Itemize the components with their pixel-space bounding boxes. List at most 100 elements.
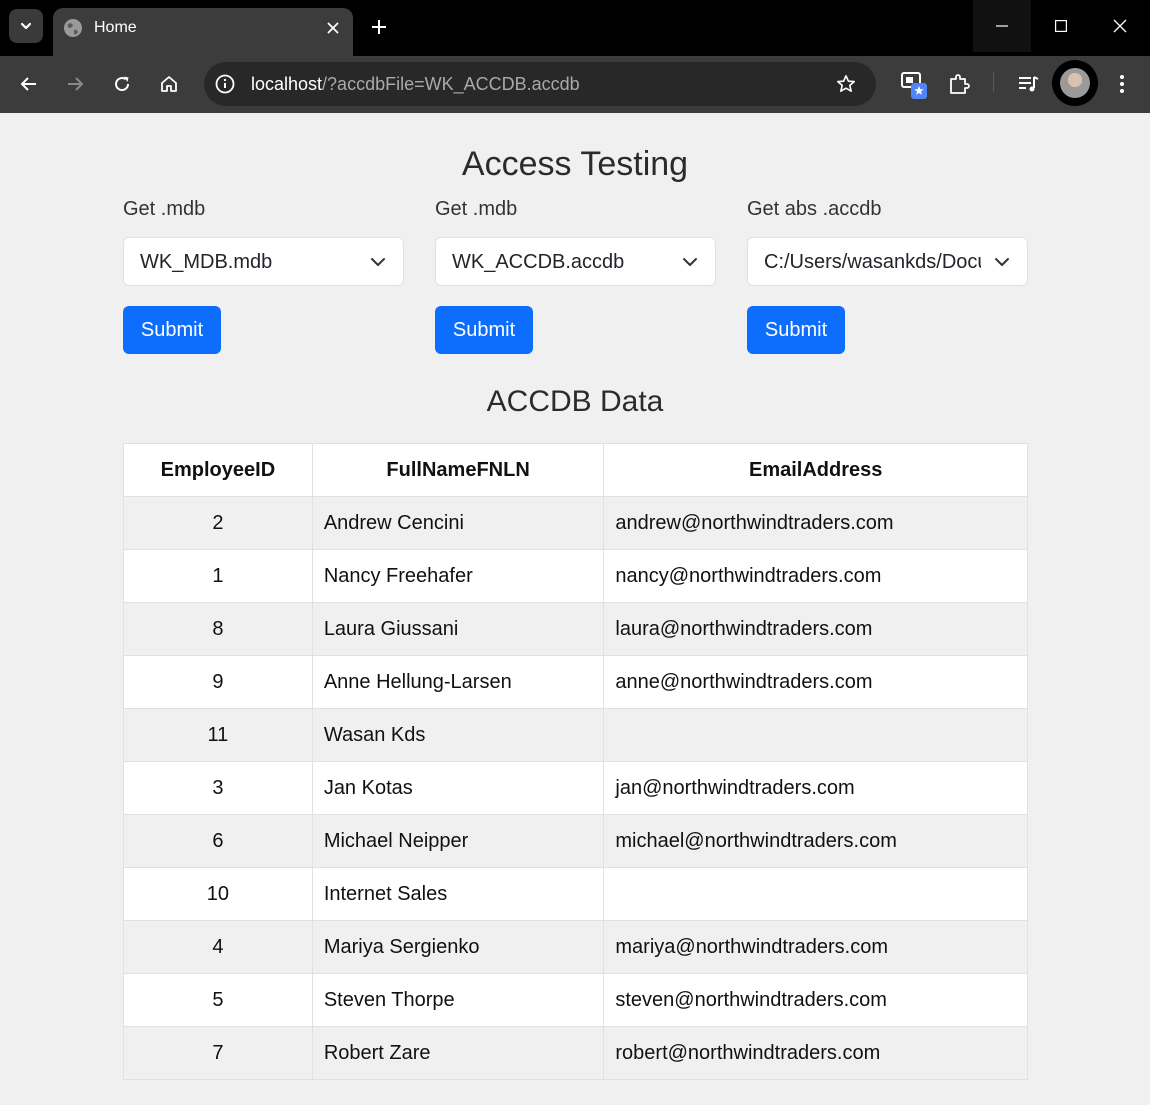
bookmark-button[interactable] bbox=[834, 72, 858, 96]
media-control-button[interactable] bbox=[1012, 68, 1044, 100]
extension-badge-button[interactable] bbox=[898, 68, 930, 100]
new-tab-button[interactable] bbox=[366, 14, 392, 40]
cell-employeeid: 7 bbox=[123, 1026, 313, 1080]
employees-table: EmployeeID FullNameFNLN EmailAddress 2 An… bbox=[123, 443, 1028, 1080]
cell-employeeid: 3 bbox=[123, 761, 313, 815]
extensions-button[interactable] bbox=[943, 68, 975, 100]
mdb-file-select[interactable]: WK_MDB.mdb bbox=[123, 237, 404, 286]
minimize-icon bbox=[996, 25, 1008, 27]
star-icon bbox=[837, 75, 855, 92]
accdb-file-select[interactable]: WK_ACCDB.accdb bbox=[435, 237, 716, 286]
form-get-accdb: Get .mdb WK_ACCDB.accdb Submit bbox=[435, 198, 716, 354]
select-value: WK_MDB.mdb bbox=[140, 251, 273, 273]
form-label: Get .mdb bbox=[123, 198, 206, 220]
globe-icon bbox=[64, 19, 82, 37]
cell-fullname: Nancy Freehafer bbox=[311, 549, 605, 603]
table-row: 3 Jan Kotas jan@northwindtraders.com bbox=[123, 761, 1028, 815]
cell-email: anne@northwindtraders.com bbox=[603, 655, 1028, 709]
back-button[interactable] bbox=[13, 68, 45, 100]
abs-accdb-path-select[interactable]: C:/Users/wasankds/Documents bbox=[747, 237, 1028, 286]
cell-fullname: Robert Zare bbox=[311, 1026, 605, 1080]
chevron-down-icon bbox=[371, 258, 385, 266]
tab-close-button[interactable] bbox=[321, 16, 345, 40]
cell-employeeid: 1 bbox=[123, 549, 313, 603]
playlist-music-icon bbox=[1019, 76, 1039, 92]
browser-toolbar: localhost/?accdbFile=WK_ACCDB.accdb bbox=[0, 56, 1150, 113]
cell-email: nancy@northwindtraders.com bbox=[603, 549, 1028, 603]
select-value: C:/Users/wasankds/Documents bbox=[764, 251, 981, 273]
cell-employeeid: 9 bbox=[123, 655, 313, 709]
window-close-button[interactable] bbox=[1091, 0, 1149, 52]
table-row: 9 Anne Hellung-Larsen anne@northwindtrader… bbox=[123, 655, 1028, 709]
submit-button[interactable]: Submit bbox=[435, 306, 533, 354]
puzzle-icon bbox=[950, 74, 970, 94]
cell-email: jan@northwindtraders.com bbox=[603, 761, 1028, 815]
cell-employeeid: 10 bbox=[123, 867, 313, 921]
chevron-down-icon bbox=[20, 22, 32, 30]
title-bar: Home bbox=[0, 0, 1150, 56]
browser-tab-home[interactable]: Home bbox=[53, 8, 353, 56]
minimize-button[interactable] bbox=[973, 0, 1031, 52]
cell-employeeid: 4 bbox=[123, 920, 313, 974]
submit-button[interactable]: Submit bbox=[123, 306, 221, 354]
cell-email bbox=[603, 708, 1028, 762]
cell-email: andrew@northwindtraders.com bbox=[603, 496, 1028, 550]
url-host: localhost bbox=[251, 74, 323, 94]
cell-email: steven@northwindtraders.com bbox=[603, 973, 1028, 1027]
home-button[interactable] bbox=[153, 68, 185, 100]
cell-email: laura@northwindtraders.com bbox=[603, 602, 1028, 656]
form-get-abs-accdb: Get abs .accdb C:/Users/wasankds/Documen… bbox=[747, 198, 1028, 354]
form-label: Get abs .accdb bbox=[747, 198, 882, 220]
form-label: Get .mdb bbox=[435, 198, 518, 220]
reload-button[interactable] bbox=[106, 68, 138, 100]
url-text: localhost/?accdbFile=WK_ACCDB.accdb bbox=[251, 74, 580, 95]
table-row: 4 Mariya Sergienko mariya@northwindtraders… bbox=[123, 920, 1028, 974]
extension-badge-icon bbox=[901, 72, 927, 99]
cell-fullname: Anne Hellung-Larsen bbox=[311, 655, 605, 709]
cell-employeeid: 5 bbox=[123, 973, 313, 1027]
chevron-down-icon bbox=[683, 258, 697, 266]
chevron-down-icon bbox=[995, 258, 1009, 266]
cell-email: robert@northwindtraders.com bbox=[603, 1026, 1028, 1080]
cell-email: michael@northwindtraders.com bbox=[603, 814, 1028, 868]
close-icon bbox=[327, 22, 339, 34]
table-row: 5 Steven Thorpe steven@northwindtraders.co… bbox=[123, 973, 1028, 1027]
url-path: /?accdbFile=WK_ACCDB.accdb bbox=[322, 74, 580, 94]
avatar bbox=[1060, 68, 1090, 98]
maximize-button[interactable] bbox=[1032, 0, 1090, 52]
table-row: 2 Andrew Cencini andrew@northwindtraders.c… bbox=[123, 496, 1028, 550]
address-bar[interactable]: localhost/?accdbFile=WK_ACCDB.accdb bbox=[204, 62, 876, 106]
page-title: Access Testing bbox=[461, 145, 689, 183]
cell-email: mariya@northwindtraders.com bbox=[603, 920, 1028, 974]
cell-fullname: Steven Thorpe bbox=[311, 973, 605, 1027]
cell-email bbox=[603, 867, 1028, 921]
home-icon bbox=[161, 76, 177, 92]
cell-employeeid: 8 bbox=[123, 602, 313, 656]
table-row: 10 Internet Sales bbox=[123, 867, 1028, 921]
arrow-right-icon bbox=[68, 77, 84, 91]
table-row: 1 Nancy Freehafer nancy@northwindtraders.c… bbox=[123, 549, 1028, 603]
cell-fullname: Internet Sales bbox=[311, 867, 605, 921]
forward-button[interactable] bbox=[59, 68, 91, 100]
table-row: 8 Laura Giussani laura@northwindtraders.co… bbox=[123, 602, 1028, 656]
arrow-left-icon bbox=[20, 77, 36, 91]
table-row: 7 Robert Zare robert@northwindtraders.com bbox=[123, 1026, 1028, 1080]
browser-menu-button[interactable] bbox=[1106, 68, 1138, 100]
column-header-employeeid: EmployeeID bbox=[123, 443, 313, 497]
table-row: 6 Michael Neipper michael@northwindtraders… bbox=[123, 814, 1028, 868]
cell-fullname: Mariya Sergienko bbox=[311, 920, 605, 974]
column-header-fullname: FullNameFNLN bbox=[311, 443, 605, 497]
plus-icon bbox=[372, 20, 386, 34]
table-header-row: EmployeeID FullNameFNLN EmailAddress bbox=[123, 443, 1028, 497]
site-info-button[interactable] bbox=[213, 72, 237, 96]
cell-fullname: Wasan Kds bbox=[311, 708, 605, 762]
cell-fullname: Michael Neipper bbox=[311, 814, 605, 868]
profile-avatar-button[interactable] bbox=[1052, 60, 1098, 106]
cell-employeeid: 6 bbox=[123, 814, 313, 868]
cell-fullname: Laura Giussani bbox=[311, 602, 605, 656]
more-vertical-icon bbox=[1120, 75, 1124, 93]
column-header-email: EmailAddress bbox=[603, 443, 1028, 497]
form-get-mdb: Get .mdb WK_MDB.mdb Submit bbox=[123, 198, 404, 354]
submit-button[interactable]: Submit bbox=[747, 306, 845, 354]
tab-search-button[interactable] bbox=[9, 9, 43, 43]
